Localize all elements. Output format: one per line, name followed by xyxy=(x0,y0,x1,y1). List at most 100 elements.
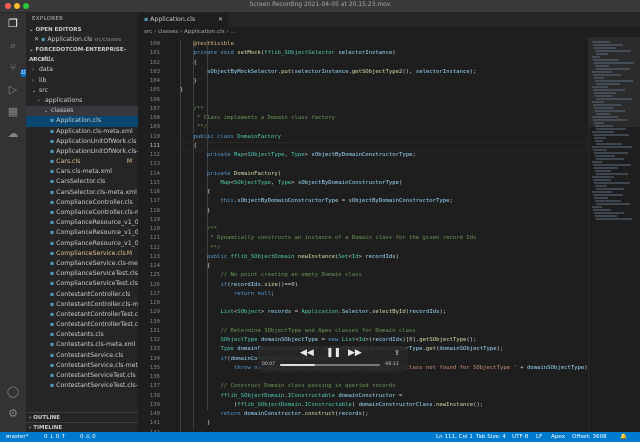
file-item[interactable]: ▪ ComplianceResource_v1_0.cl... xyxy=(26,228,138,238)
file-item[interactable]: ▪ Cars.cls M xyxy=(26,157,138,167)
salesforce-icon[interactable]: ☁ xyxy=(6,127,20,141)
code-line[interactable]: /** xyxy=(193,105,203,114)
file-item[interactable]: ▪ ContestantService.cls-meta.xml xyxy=(26,361,138,371)
code-line[interactable]: sObjectByMockSelector.put(selectorInstan… xyxy=(207,68,477,77)
breadcrumb-item[interactable]: src xyxy=(144,29,152,35)
code-line[interactable]: public fflib_SObjectDomain newInstance(S… xyxy=(207,253,399,262)
settings-gear-icon[interactable]: ⚙ xyxy=(6,407,20,421)
line-number: 121 xyxy=(149,235,160,242)
folder-item[interactable]: › lib xyxy=(26,76,138,86)
file-item[interactable]: ▪ ComplianceResource_v1_0.cls xyxy=(26,218,138,228)
code-line[interactable]: List<SObject> records = Application.Sele… xyxy=(220,308,446,317)
file-item[interactable]: ▪ ComplianceController.cls-meta... xyxy=(26,208,138,218)
code-line[interactable]: // No point creating an empty Domain cla… xyxy=(220,271,361,280)
tab-application-cls[interactable]: ▪ Application.cls ✕ xyxy=(138,13,228,27)
language-mode[interactable]: Apex xyxy=(551,432,565,442)
file-item[interactable]: ▪ ComplianceServiceTest.cls-m... xyxy=(26,279,138,289)
file-item[interactable]: ▪ ApplicationUnitOfWork.cls xyxy=(26,137,138,147)
file-item[interactable]: ▪ Application.cls-meta.xml xyxy=(26,127,138,137)
code-line[interactable]: fflib_SObjectDomain.IConstructable domai… xyxy=(220,392,402,401)
code-line[interactable]: * Dynamically constructs an instance of … xyxy=(207,234,476,243)
file-item[interactable]: ▪ ContestantControllerTest.cls xyxy=(26,310,138,320)
code-line[interactable]: private DomainFactory( xyxy=(207,170,281,179)
file-item[interactable]: ▪ ContestantServiceTest.cls-m... xyxy=(26,381,138,391)
code-line[interactable]: { xyxy=(207,262,210,271)
problems-status[interactable]: 0 ⚠ 0 xyxy=(80,432,96,442)
run-debug-icon[interactable]: ▷ xyxy=(6,83,20,97)
close-tab-icon[interactable]: ✕ xyxy=(218,13,223,27)
file-item[interactable]: ▪ ContestantController.cls-met... xyxy=(26,300,138,310)
code-line[interactable]: * Class implements a Domain class factor… xyxy=(193,114,335,123)
pause-icon[interactable]: ❚❚ xyxy=(326,348,341,359)
code-line[interactable]: } xyxy=(193,77,196,86)
code-line[interactable]: Map<SObjectType, Type> sObjectByDomainCo… xyxy=(220,179,402,188)
encoding[interactable]: UTF-8 xyxy=(512,432,528,442)
code-line[interactable]: private Map<SObjectType, Type> sObjectBy… xyxy=(207,151,416,160)
code-line[interactable]: public class DomainFactory xyxy=(193,133,281,142)
code-line[interactable]: { xyxy=(207,188,210,197)
code-line[interactable]: return null; xyxy=(234,290,274,299)
file-item[interactable]: ▪ ContestantController.cls xyxy=(26,290,138,300)
code-line[interactable]: @testVisible xyxy=(193,40,233,49)
breadcrumb-item[interactable]: ... xyxy=(230,29,235,35)
file-item[interactable]: ▪ ComplianceController.cls xyxy=(26,198,138,208)
breadcrumb-item[interactable]: classes xyxy=(158,29,178,35)
code-line[interactable]: } xyxy=(180,86,183,95)
account-icon[interactable]: ◯ xyxy=(6,385,20,399)
code-line[interactable]: { xyxy=(193,142,196,151)
code-line[interactable]: private void setMock(fflib_SObjectSelect… xyxy=(193,49,395,58)
file-item[interactable]: ▪ ApplicationUnitOfWork.cls-meta... xyxy=(26,147,138,157)
code-line[interactable]: } xyxy=(207,419,210,428)
minimap[interactable] xyxy=(588,37,640,432)
file-item[interactable]: ▪ ContestantService.cls xyxy=(26,351,138,361)
file-item[interactable]: ▪ ComplianceResource_v1_0.cls... xyxy=(26,239,138,249)
code-line[interactable]: SObjectType domainSObjectType = new List… xyxy=(220,336,476,345)
source-control-icon[interactable]: ⑂ 10 xyxy=(6,61,28,77)
search-icon[interactable]: ⌕ xyxy=(6,39,20,53)
code-line[interactable]: **/ xyxy=(193,123,207,132)
explorer-icon[interactable]: ❐ xyxy=(6,17,20,31)
sync-status[interactable]: 0 ↓ 0 ↑ xyxy=(44,432,66,442)
project-section[interactable]: ⌄ FORCEDOTCOM-ENTERPRISE-ARCHI... xyxy=(26,45,138,63)
code-line[interactable]: **/ xyxy=(207,244,220,253)
open-editor-item[interactable]: ✕ ▪ Application.cls src/classes xyxy=(26,35,138,45)
playback-scrubber[interactable] xyxy=(280,364,380,366)
file-item[interactable]: ▪ ComplianceServiceTest.cls xyxy=(26,269,138,279)
file-item[interactable]: ▪ Cars.cls-meta.xml xyxy=(26,167,138,177)
code-line[interactable]: (fflib_SObjectDomain.IConstructable) dom… xyxy=(234,401,483,410)
rewind-icon[interactable]: ◀◀ xyxy=(300,348,314,359)
file-item[interactable]: ▪ Application.cls xyxy=(26,116,138,127)
extensions-icon[interactable]: ▦ xyxy=(6,105,20,119)
breadcrumb-item[interactable]: Application.cls xyxy=(184,29,225,35)
file-item[interactable]: ▪ CarsSelector.cls-meta.xml xyxy=(26,188,138,198)
code-line[interactable]: } xyxy=(207,207,210,216)
file-item[interactable]: ▪ CarsSelector.cls xyxy=(26,177,138,187)
fast-forward-icon[interactable]: ▶▶ xyxy=(348,348,362,359)
file-item[interactable]: ▪ ContestantControllerTest.cls-... xyxy=(26,320,138,330)
file-item[interactable]: ▪ Contestants.cls xyxy=(26,330,138,340)
folder-item[interactable]: ⌄ classes xyxy=(26,106,138,117)
file-item[interactable]: ▪ ComplianceService.cls M xyxy=(26,249,138,259)
folder-item[interactable]: › .sfdx xyxy=(26,55,138,65)
file-item[interactable]: ▪ ContestantServiceTest.cls xyxy=(26,371,138,381)
file-item[interactable]: ▪ ComplianceService.cls-meta... xyxy=(26,259,138,269)
open-editors-section[interactable]: ⌄ OPEN EDITORS xyxy=(26,25,138,35)
code-line[interactable]: // Construct Domain class passing in que… xyxy=(220,382,395,391)
code-line[interactable]: /** xyxy=(207,225,217,234)
folder-item[interactable]: ⌄ src xyxy=(26,86,138,96)
tab-size[interactable]: Tab Size: 4 xyxy=(476,432,506,442)
cursor-position[interactable]: Ln 111, Col 1 xyxy=(436,432,473,442)
code-editor[interactable]: 100 @testVisible 101 private void setMock(f… xyxy=(138,37,588,432)
folder-item[interactable]: › data xyxy=(26,65,138,75)
timeline-section[interactable]: › TIMELINE xyxy=(26,422,138,432)
line-ending[interactable]: LF xyxy=(536,432,542,442)
share-icon[interactable]: ⇪ xyxy=(394,348,400,359)
code-line[interactable]: if(recordIds.size()==0) xyxy=(220,281,298,290)
file-item[interactable]: ▪ Contestants.cls-meta.xml xyxy=(26,340,138,350)
notifications-bell-icon[interactable]: 🔔 xyxy=(620,432,627,442)
code-line[interactable]: // Determine SObjectType and Apex classe… xyxy=(220,327,415,336)
code-line[interactable]: { xyxy=(193,59,196,68)
folder-item[interactable]: › applications xyxy=(26,96,138,106)
code-line[interactable]: return domainConstructor.construct(recor… xyxy=(220,410,368,419)
code-line[interactable]: this.sObjectByDomainConstructorType = sO… xyxy=(220,197,452,206)
